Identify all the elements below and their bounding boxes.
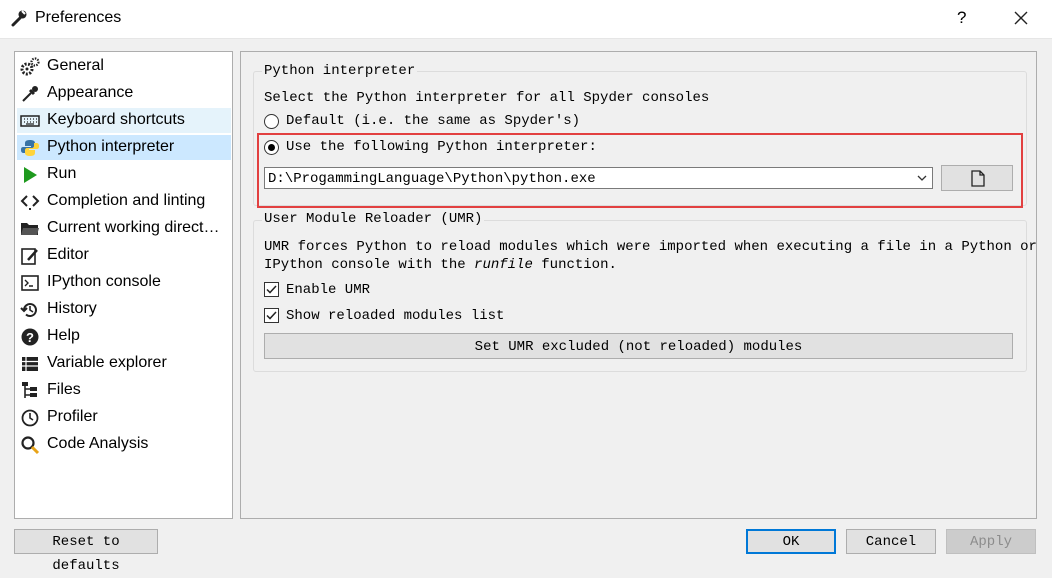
code-icon [20,195,40,210]
terminal-icon [21,275,39,291]
checkmark-icon [266,311,277,320]
analysis-icon [21,436,40,455]
close-icon[interactable] [1013,10,1029,26]
help-button[interactable]: ? [957,8,966,28]
sidebar-item-profiler[interactable]: Profiler [17,405,231,430]
sidebar-item-code-analysis[interactable]: Code Analysis [17,432,231,457]
question-icon: ? [21,328,39,346]
python-icon [21,140,39,156]
sidebar-item-label: History [47,300,97,317]
enable-umr-checkbox[interactable] [264,282,279,297]
cancel-button[interactable]: Cancel [846,529,936,554]
show-reloaded-modules-label: Show reloaded modules list [286,308,505,324]
set-umr-excluded-button[interactable]: Set UMR excluded (not reloaded) modules [264,333,1013,359]
enable-umr-label: Enable UMR [286,282,371,298]
file-tree-icon [22,382,37,398]
sidebar-item-label: Python interpreter [47,138,175,155]
folder-icon [21,223,39,235]
checkmark-icon [266,285,277,294]
sidebar-item-label: Help [47,327,80,344]
clock-icon [21,409,39,427]
sidebar-item-appearance[interactable]: Appearance [17,81,231,106]
reset-defaults-button[interactable]: Reset to defaults [14,529,158,574]
sidebar-item-general[interactable]: General [17,54,231,79]
sidebar-item-label: Run [47,165,77,182]
interpreter-description: Select the Python interpreter for all Sp… [264,90,710,106]
wrench-icon [11,10,27,27]
keyboard-icon [20,115,40,127]
sidebar-item-python-interpreter[interactable]: Python interpreter [17,135,231,160]
ok-button[interactable]: OK [746,529,836,554]
sidebar-item-label: Current working direct… [47,219,220,236]
umr-description-line2: IPython console with the runfile functio… [264,257,617,273]
show-reloaded-modules-checkbox[interactable] [264,308,279,323]
sidebar-item-label: General [47,57,104,74]
default-interpreter-radio[interactable] [264,114,279,129]
umr-description-line1: UMR forces Python to reload modules whic… [264,239,1037,255]
table-icon [22,357,38,371]
sidebar-item-label: Profiler [47,408,98,425]
sidebar-item-keyboard-shortcuts[interactable]: Keyboard shortcuts [17,108,231,133]
sidebar-item-label: Completion and linting [47,192,206,209]
umr-description-text: function. [532,257,617,273]
pencil-icon [21,248,38,265]
umr-description-text: IPython console with the [264,257,475,273]
title-bar: Preferences ? [0,0,1052,39]
sidebar-item-label: Files [47,381,81,398]
sidebar-item-completion-linting[interactable]: Completion and linting [17,189,231,214]
sidebar-item-label: Appearance [47,84,134,101]
runfile-text: runfile [474,257,533,273]
sidebar-item-variable-explorer[interactable]: Variable explorer [17,351,231,376]
sidebar-item-files[interactable]: Files [17,378,231,403]
sidebar-item-run[interactable]: Run [17,162,231,187]
sidebar-item-label: Editor [47,246,89,263]
sidebar-item-label: Variable explorer [47,354,167,371]
sidebar-item-history[interactable]: History [17,297,231,322]
sidebar-item-current-working-directory[interactable]: Current working direct… [17,216,231,241]
umr-group-title: User Module Reloader (UMR) [262,211,485,227]
sidebar-item-label: Keyboard shortcuts [47,111,185,128]
play-icon [24,167,37,183]
eyedropper-icon [22,86,38,102]
sidebar-item-label: Code Analysis [47,435,149,452]
default-interpreter-label: Default (i.e. the same as Spyder's) [286,113,581,129]
gears-icon [20,57,40,76]
sidebar-item-help[interactable]: ? Help [17,324,231,349]
history-icon [20,303,37,318]
sidebar-item-ipython-console[interactable]: IPython console [17,270,231,295]
sidebar-item-editor[interactable]: Editor [17,243,231,268]
interpreter-group-title: Python interpreter [262,63,418,79]
highlight-box [257,133,1023,208]
svg-text:?: ? [26,330,34,345]
window-title: Preferences [35,9,122,26]
sidebar-item-label: IPython console [47,273,161,290]
apply-button: Apply [946,529,1036,554]
preferences-sidebar: General Appearance Keyboard shortcuts Py… [14,51,233,519]
